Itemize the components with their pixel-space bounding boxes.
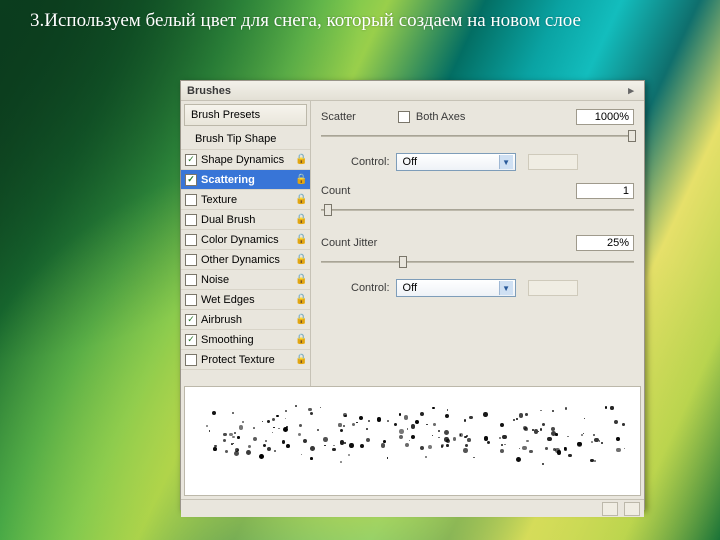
checkbox[interactable] xyxy=(185,234,197,246)
scatter-control-extra xyxy=(528,154,578,170)
count-jitter-value[interactable]: 25% xyxy=(576,235,634,251)
sidebar-item-shape-dynamics[interactable]: ✓ Shape Dynamics 🔒 xyxy=(181,150,310,170)
lock-icon: 🔒 xyxy=(295,254,306,265)
jitter-control-value: Off xyxy=(403,282,417,294)
sidebar-item-smoothing[interactable]: ✓ Smoothing 🔒 xyxy=(181,330,310,350)
sidebar-item-label: Wet Edges xyxy=(201,294,255,306)
sidebar-item-label: Shape Dynamics xyxy=(201,154,284,166)
count-jitter-slider[interactable] xyxy=(321,255,634,269)
scattering-settings: Scatter Both Axes 1000% Control: Off ▼ C… xyxy=(311,101,644,386)
sidebar-item-label: Other Dynamics xyxy=(201,254,280,266)
jitter-control-label: Control: xyxy=(351,282,390,294)
checkbox[interactable]: ✓ xyxy=(185,174,197,186)
checkbox[interactable] xyxy=(185,214,197,226)
checkbox[interactable]: ✓ xyxy=(185,334,197,346)
sidebar-item-label: Texture xyxy=(201,194,237,206)
chevron-down-icon: ▼ xyxy=(499,155,513,169)
sidebar-item-label: Airbrush xyxy=(201,314,242,326)
brush-tip-shape-button[interactable]: Brush Tip Shape xyxy=(181,129,310,150)
lock-icon: 🔒 xyxy=(295,234,306,245)
sidebar-item-label: Noise xyxy=(201,274,229,286)
brush-presets-button[interactable]: Brush Presets xyxy=(184,104,307,126)
panel-title: Brushes xyxy=(187,85,231,97)
brush-preview xyxy=(184,386,641,496)
count-jitter-label: Count Jitter xyxy=(321,237,377,249)
checkbox[interactable]: ✓ xyxy=(185,314,197,326)
both-axes-checkbox[interactable] xyxy=(398,111,410,123)
panel-menu-icon[interactable]: ▸ xyxy=(622,81,640,100)
lock-icon: 🔒 xyxy=(295,194,306,205)
sidebar-item-label: Protect Texture xyxy=(201,354,275,366)
checkbox[interactable] xyxy=(185,274,197,286)
sidebar-item-scattering[interactable]: ✓ Scattering 🔒 xyxy=(181,170,310,190)
count-slider[interactable] xyxy=(321,203,634,217)
brush-options-sidebar: Brush Presets Brush Tip Shape ✓ Shape Dyn… xyxy=(181,101,311,386)
lock-icon: 🔒 xyxy=(295,354,306,365)
scatter-control-label: Control: xyxy=(351,156,390,168)
sidebar-item-texture[interactable]: Texture 🔒 xyxy=(181,190,310,210)
checkbox[interactable]: ✓ xyxy=(185,154,197,166)
checkbox[interactable] xyxy=(185,294,197,306)
lock-icon: 🔒 xyxy=(295,294,306,305)
sidebar-item-label: Color Dynamics xyxy=(201,234,279,246)
sidebar-item-airbrush[interactable]: ✓ Airbrush 🔒 xyxy=(181,310,310,330)
panel-titlebar: Brushes ▸ xyxy=(181,81,644,101)
lock-icon: 🔒 xyxy=(295,314,306,325)
scatter-control-select[interactable]: Off ▼ xyxy=(396,153,516,171)
both-axes-label: Both Axes xyxy=(416,111,466,123)
lock-icon: 🔒 xyxy=(295,154,306,165)
scatter-label: Scatter xyxy=(321,111,356,123)
scatter-control-value: Off xyxy=(403,156,417,168)
lock-icon: 🔒 xyxy=(295,174,306,185)
sidebar-item-other-dynamics[interactable]: Other Dynamics 🔒 xyxy=(181,250,310,270)
count-value[interactable]: 1 xyxy=(576,183,634,199)
scatter-value[interactable]: 1000% xyxy=(576,109,634,125)
sidebar-item-label: Scattering xyxy=(201,174,255,186)
brushes-panel: Brushes ▸ Brush Presets Brush Tip Shape … xyxy=(180,80,645,510)
sidebar-item-label: Smoothing xyxy=(201,334,254,346)
sidebar-item-wet-edges[interactable]: Wet Edges 🔒 xyxy=(181,290,310,310)
checkbox[interactable] xyxy=(185,354,197,366)
jitter-control-select[interactable]: Off ▼ xyxy=(396,279,516,297)
lock-icon: 🔒 xyxy=(295,334,306,345)
checkbox[interactable] xyxy=(185,194,197,206)
slide-caption: 3.Используем белый цвет для снега, котор… xyxy=(30,10,700,32)
lock-icon: 🔒 xyxy=(295,274,306,285)
panel-statusbar xyxy=(181,499,644,517)
sidebar-item-dual-brush[interactable]: Dual Brush 🔒 xyxy=(181,210,310,230)
sidebar-item-noise[interactable]: Noise 🔒 xyxy=(181,270,310,290)
sidebar-item-protect-texture[interactable]: Protect Texture 🔒 xyxy=(181,350,310,370)
jitter-control-extra xyxy=(528,280,578,296)
lock-icon: 🔒 xyxy=(295,214,306,225)
trash-icon[interactable] xyxy=(624,502,640,516)
new-icon[interactable] xyxy=(602,502,618,516)
sidebar-item-label: Dual Brush xyxy=(201,214,255,226)
sidebar-item-color-dynamics[interactable]: Color Dynamics 🔒 xyxy=(181,230,310,250)
chevron-down-icon: ▼ xyxy=(499,281,513,295)
scatter-slider[interactable] xyxy=(321,129,634,143)
count-label: Count xyxy=(321,185,350,197)
checkbox[interactable] xyxy=(185,254,197,266)
